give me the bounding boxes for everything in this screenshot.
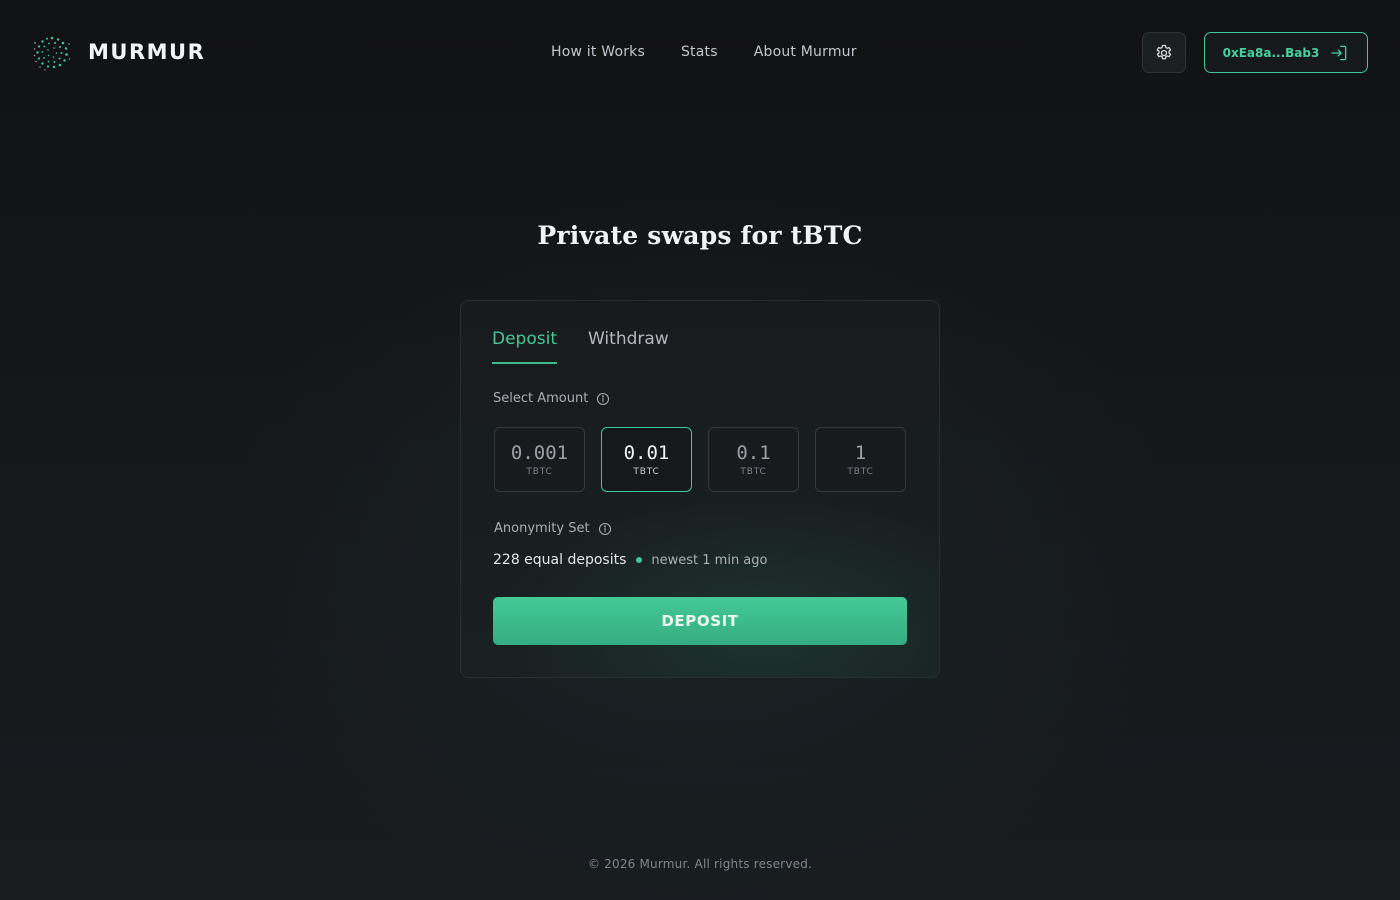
anonymity-set-label-row: Anonymity Set	[494, 521, 612, 536]
amount-unit: TBTC	[740, 467, 767, 477]
select-amount-label-row: Select Amount	[493, 391, 610, 406]
footer-copyright: © 2026 Murmur. All rights reserved.	[587, 857, 813, 871]
brand-name: MURMUR	[88, 40, 206, 64]
tab-deposit[interactable]: Deposit	[492, 329, 557, 364]
anonymity-count: 228 equal deposits	[493, 552, 627, 568]
settings-button[interactable]	[1142, 32, 1186, 73]
amount-value: 0.01	[623, 442, 670, 464]
swap-card: Deposit Withdraw Select Amount 0.001 TBT…	[460, 300, 940, 678]
amount-unit: TBTC	[633, 467, 660, 477]
main-nav: How it Works Stats About Murmur	[551, 44, 857, 60]
newest-deposit-time: newest 1 min ago	[651, 552, 768, 568]
amount-value: 0.1	[736, 442, 771, 464]
logo[interactable]: MURMUR	[32, 32, 205, 72]
nav-how-it-works[interactable]: How it Works	[551, 44, 645, 60]
amount-option-0-001[interactable]: 0.001 TBTC	[494, 427, 585, 492]
nav-about-murmur[interactable]: About Murmur	[754, 44, 857, 60]
wallet-button[interactable]: 0xEa8a...Bab3	[1204, 32, 1368, 73]
amount-option-1[interactable]: 1 TBTC	[815, 427, 906, 492]
info-icon[interactable]	[596, 392, 610, 406]
gear-icon	[1156, 44, 1172, 59]
wallet-address: 0xEa8a...Bab3	[1222, 45, 1320, 60]
status-dot	[636, 557, 643, 563]
amount-options: 0.001 TBTC 0.01 TBTC 0.1 TBTC 1 TBTC	[494, 427, 906, 492]
deposit-button[interactable]: DEPOSIT	[493, 597, 907, 645]
amount-unit: TBTC	[526, 467, 553, 477]
swap-tabs: Deposit Withdraw	[492, 329, 669, 364]
nav-stats[interactable]: Stats	[681, 44, 718, 60]
amount-option-0-1[interactable]: 0.1 TBTC	[708, 427, 799, 492]
select-amount-label: Select Amount	[493, 391, 589, 406]
amount-unit: TBTC	[847, 467, 874, 477]
amount-value: 0.001	[510, 442, 569, 464]
anonymity-set-info: 228 equal deposits newest 1 min ago	[493, 552, 767, 568]
info-icon[interactable]	[598, 522, 612, 536]
tab-withdraw[interactable]: Withdraw	[588, 329, 669, 364]
amount-option-0-01[interactable]: 0.01 TBTC	[601, 427, 692, 492]
header: MURMUR How it Works Stats About Murmur 0…	[0, 0, 1400, 105]
murmur-logo-icon	[33, 36, 71, 71]
amount-value: 1	[854, 442, 867, 464]
anonymity-set-label: Anonymity Set	[494, 521, 590, 536]
sign-in-icon	[1331, 45, 1347, 60]
page-title: Private swaps for tBTC	[537, 221, 863, 250]
